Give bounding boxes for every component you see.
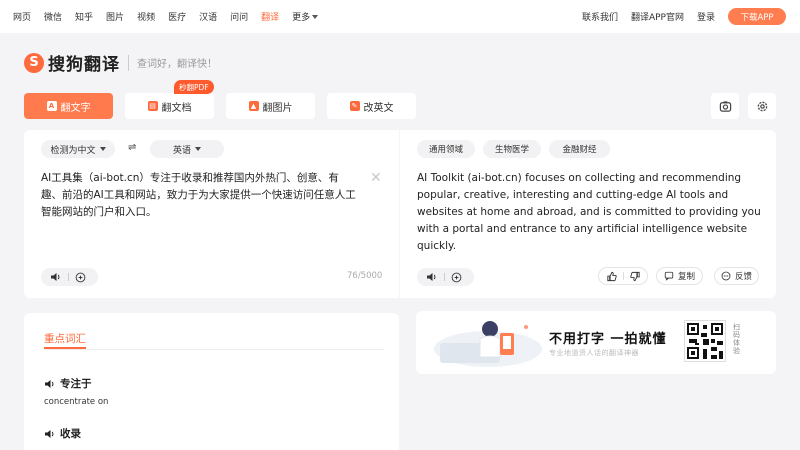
record-icon[interactable] xyxy=(451,272,462,283)
copy-label: 复制 xyxy=(677,272,695,282)
target-audio-controls xyxy=(417,268,474,286)
target-panel: 通用领域 生物医学 金融财经 AI Toolkit (ai-bot.cn) fo… xyxy=(400,130,776,298)
top-nav-right: 联系我们 翻译APP官网 登录 下载APP xyxy=(582,0,800,33)
divider xyxy=(68,273,69,281)
camera-translate-button[interactable] xyxy=(711,93,739,119)
source-audio-controls xyxy=(41,268,98,286)
tab-label: 翻文字 xyxy=(60,102,91,114)
rating-buttons xyxy=(598,267,648,285)
divider xyxy=(44,349,384,350)
tab-translate-document[interactable]: ▤ 翻文档 xyxy=(125,93,214,119)
vocab-word: 收录 xyxy=(60,428,81,440)
tab-label: 翻文档 xyxy=(161,102,192,114)
image-icon: ▲ xyxy=(248,101,259,111)
tab-translate-image[interactable]: ▲ 翻图片 xyxy=(226,93,315,119)
vocab-item-word: 专注于 xyxy=(44,376,92,391)
download-app-button[interactable]: 下载APP xyxy=(728,8,786,25)
swap-languages-icon[interactable]: ⇌ xyxy=(128,142,136,153)
chevron-down-icon xyxy=(99,147,106,151)
speaker-icon[interactable] xyxy=(426,272,438,282)
vocab-tab-indicator xyxy=(44,347,86,349)
nav-link-translate[interactable]: 翻译 xyxy=(261,10,279,23)
nav-link-video[interactable]: 视频 xyxy=(137,10,155,23)
edit-icon: ✎ xyxy=(349,101,360,111)
chevron-down-icon xyxy=(195,147,201,151)
character-count: 76/5000 xyxy=(347,271,383,281)
translation-output: AI Toolkit (ai-bot.cn) focuses on collec… xyxy=(417,172,761,252)
speaker-icon[interactable] xyxy=(44,379,56,389)
settings-button[interactable] xyxy=(748,93,776,119)
tab-translate-text[interactable]: A 翻文字 xyxy=(24,93,113,119)
vocab-title[interactable]: 重点词汇 xyxy=(44,331,86,346)
tab-label: 翻图片 xyxy=(262,102,293,114)
copy-icon xyxy=(664,271,674,281)
promo-badge[interactable]: 秒翻PDF xyxy=(174,80,214,94)
divider xyxy=(622,272,624,280)
top-navigation: 网页 微信 知乎 图片 视频 医疗 汉语 问问 翻译 更多 联系我们 翻译APP… xyxy=(0,0,800,33)
gear-icon xyxy=(757,101,767,111)
brand-slogan: 查词好，翻译快！ xyxy=(137,59,217,70)
nav-link-wechat[interactable]: 微信 xyxy=(44,10,62,23)
vocab-item-word: 收录 xyxy=(44,426,81,441)
vocab-definition: concentrate on xyxy=(44,397,109,407)
nav-link-web[interactable]: 网页 xyxy=(13,10,31,23)
banner-illustration xyxy=(434,321,542,367)
banner-title: 不用打字 一拍就懂 xyxy=(549,332,667,347)
brand-name[interactable]: 搜狗翻译 xyxy=(48,50,120,75)
camera-icon xyxy=(719,100,731,112)
vocab-word: 专注于 xyxy=(60,378,92,390)
banner-subtitle: 专业地道资人话的翻译神器 xyxy=(549,349,639,357)
domain-chip-finance[interactable]: 金融财经 xyxy=(549,140,610,158)
domain-chip-general[interactable]: 通用领域 xyxy=(417,140,475,158)
clear-icon[interactable]: ✕ xyxy=(370,170,382,186)
qr-label: 扫码体验 xyxy=(733,323,740,355)
text-a-icon: A xyxy=(46,101,57,111)
brand-header: S 搜狗翻译 查词好，翻译快！ xyxy=(24,50,217,75)
document-icon: ▤ xyxy=(147,101,158,111)
target-language-label: 英语 xyxy=(172,145,191,156)
feedback-icon xyxy=(721,271,731,281)
speaker-icon[interactable] xyxy=(50,272,62,282)
contact-us-link[interactable]: 联系我们 xyxy=(582,10,618,23)
nav-link-more[interactable]: 更多 xyxy=(292,10,319,23)
nav-link-wenwen[interactable]: 问问 xyxy=(230,10,248,23)
domain-chip-biomedical[interactable]: 生物医学 xyxy=(483,140,541,158)
feedback-label: 反馈 xyxy=(734,272,752,282)
nav-more-label: 更多 xyxy=(292,13,311,23)
login-link[interactable]: 登录 xyxy=(697,10,715,23)
target-language-select[interactable]: 英语 xyxy=(150,140,224,158)
source-panel: 检测为中文 ⇌ 英语 AI工具集（ai-bot.cn）专注于收录和推荐国内外热门… xyxy=(24,130,399,298)
nav-link-images[interactable]: 图片 xyxy=(106,10,124,23)
chevron-down-icon xyxy=(312,15,319,19)
speaker-icon[interactable] xyxy=(44,429,56,439)
sogou-logo-icon[interactable]: S xyxy=(24,52,44,73)
tab-improve-english[interactable]: ✎ 改英文 xyxy=(327,93,416,119)
nav-link-hanyu[interactable]: 汉语 xyxy=(199,10,217,23)
app-site-link[interactable]: 翻译APP官网 xyxy=(631,10,684,23)
brand-divider xyxy=(128,54,129,71)
divider xyxy=(444,273,445,281)
qr-code-graphic xyxy=(687,323,723,359)
app-promo-banner[interactable]: 不用打字 一拍就懂 专业地道资人话的翻译神器 扫码体验 xyxy=(416,311,776,374)
record-icon[interactable] xyxy=(75,272,86,283)
nav-link-zhihu[interactable]: 知乎 xyxy=(75,10,93,23)
source-language-select[interactable]: 检测为中文 xyxy=(41,140,115,158)
mode-tabs: A 翻文字 ▤ 翻文档 ▲ 翻图片 ✎ 改英文 xyxy=(24,93,428,119)
key-vocabulary-panel: 重点词汇 专注于 concentrate on 收录 xyxy=(24,313,399,450)
nav-link-medical[interactable]: 医疗 xyxy=(168,10,186,23)
tab-label: 改英文 xyxy=(363,102,394,114)
qr-code-icon xyxy=(684,320,726,362)
source-text-input[interactable]: AI工具集（ai-bot.cn）专注于收录和推荐国内外热门、创意、有趣、前沿的A… xyxy=(41,170,356,221)
copy-button[interactable]: 复制 xyxy=(656,267,703,285)
feedback-button[interactable]: 反馈 xyxy=(714,267,759,285)
thumbs-down-icon[interactable] xyxy=(629,271,641,282)
thumbs-up-icon[interactable] xyxy=(606,271,617,282)
source-language-label: 检测为中文 xyxy=(50,145,96,156)
top-nav-links: 网页 微信 知乎 图片 视频 医疗 汉语 问问 翻译 更多 xyxy=(13,0,331,33)
